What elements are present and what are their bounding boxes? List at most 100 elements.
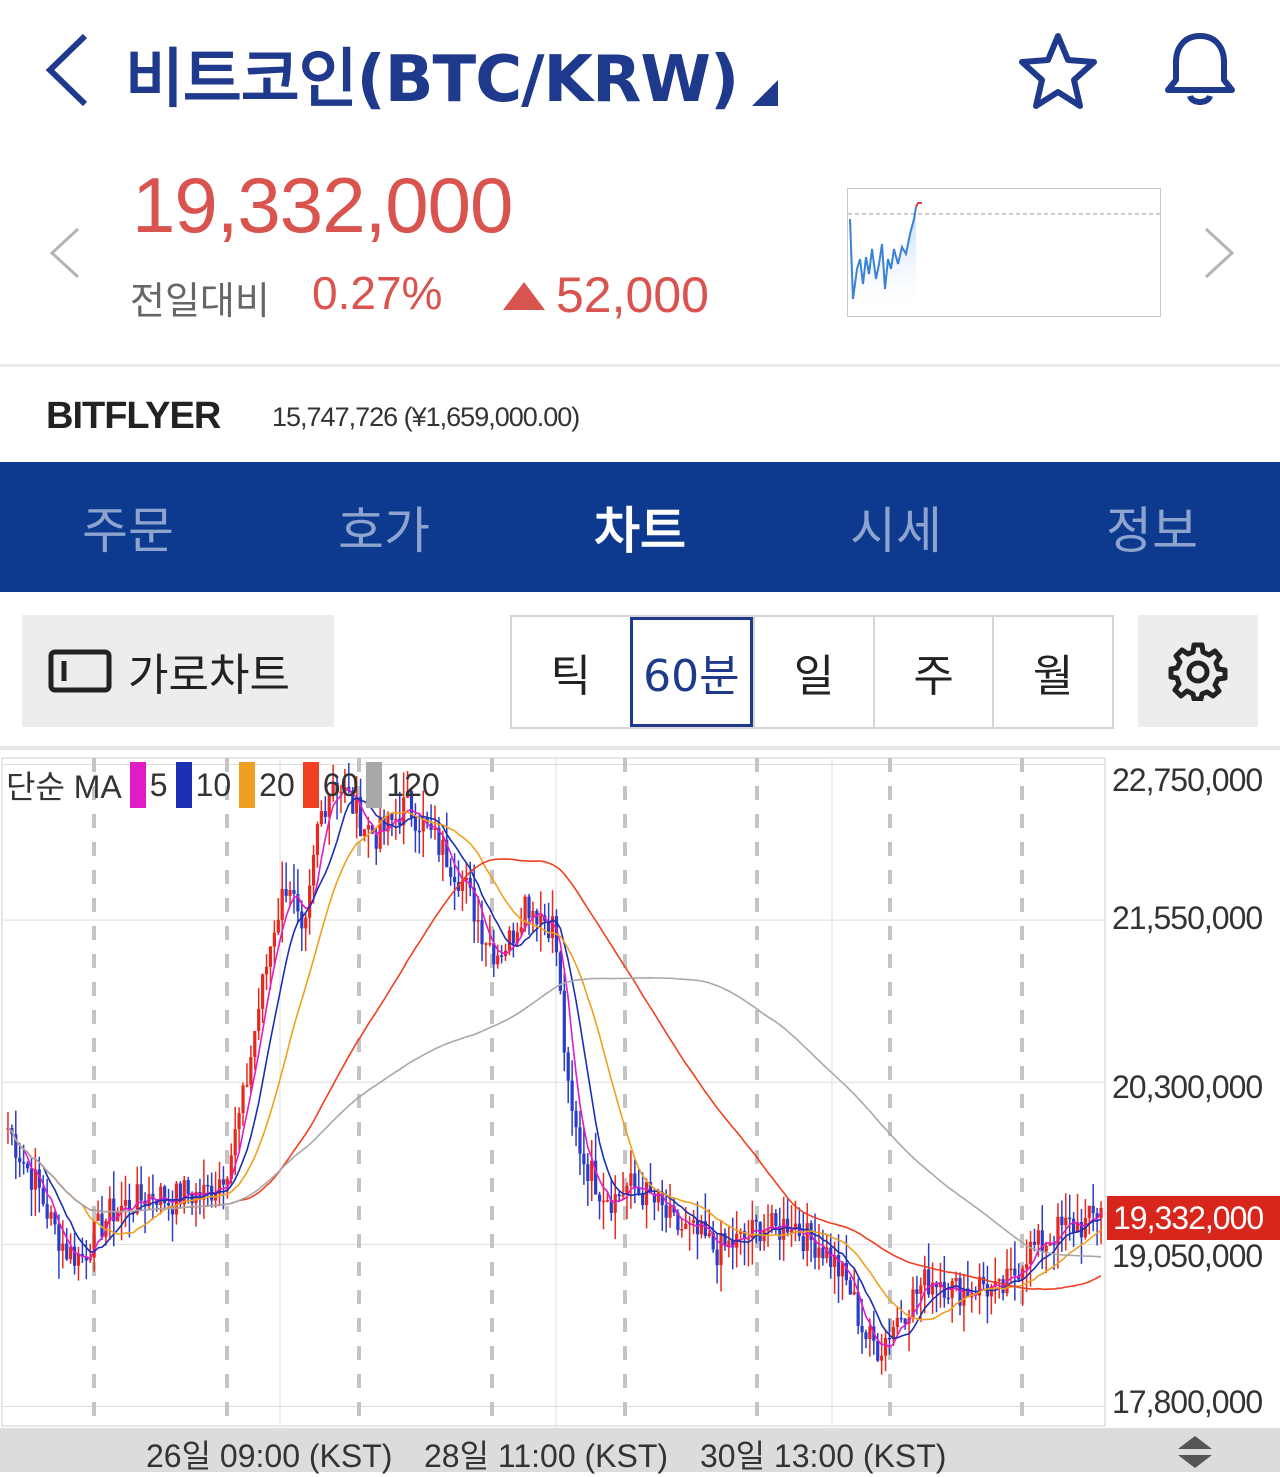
candle-body [637, 1187, 641, 1194]
candle-body [417, 830, 421, 833]
candle-body [876, 1340, 880, 1361]
candle-body [539, 915, 543, 925]
candle-body [488, 943, 492, 945]
candle-body [61, 1243, 65, 1251]
candle-body [684, 1223, 688, 1230]
candle-body [727, 1240, 731, 1246]
candle-body [261, 974, 265, 1009]
ma60-label: 60 [322, 766, 359, 803]
candle-body [500, 955, 504, 957]
candle-body [586, 1164, 590, 1181]
period-selector: 틱 60분 일 주 월 [510, 615, 1114, 729]
candle-body [292, 890, 296, 894]
candle-body [774, 1213, 778, 1226]
tab-order[interactable]: 주문 [0, 462, 256, 592]
candle-body [280, 889, 284, 920]
candle-body [707, 1232, 711, 1237]
candle-body [782, 1218, 786, 1240]
ma-legend-title: 단순 MA [6, 769, 122, 805]
candle-body [206, 1184, 210, 1187]
ma10-swatch [175, 762, 192, 808]
candle-body [1060, 1216, 1064, 1226]
landscape-chart-button[interactable]: 가로차트 [22, 615, 334, 727]
candle-body [366, 825, 371, 830]
candle-body [123, 1199, 128, 1206]
prev-arrow-icon[interactable] [46, 225, 86, 281]
y-tick-label: 17,800,000 [1112, 1384, 1263, 1420]
ma10-label: 10 [195, 766, 232, 803]
candle-body [754, 1219, 758, 1222]
candle-body [319, 811, 323, 825]
candle-body [821, 1247, 825, 1259]
candle-body [981, 1276, 986, 1285]
current-price: 19,332,000 [132, 161, 513, 249]
candle-body [1087, 1205, 1091, 1218]
candle-body [308, 885, 312, 918]
candle-body [601, 1200, 606, 1203]
candle-body [633, 1173, 637, 1188]
back-icon[interactable] [40, 30, 100, 110]
candle-body [22, 1162, 26, 1164]
candle-body [617, 1194, 621, 1197]
x-tick-label: 28일 11:00 (KST) [424, 1438, 669, 1474]
period-tick[interactable]: 틱 [512, 617, 630, 727]
candle-body [249, 1056, 253, 1085]
ma120-label: 120 [386, 766, 440, 803]
candle-body [880, 1355, 884, 1361]
candle-body [817, 1247, 821, 1258]
y-tick-label: 22,750,000 [1112, 762, 1263, 798]
candle-body [868, 1326, 872, 1340]
ma-legend: 단순 MA 5 10 20 60 120 [6, 762, 440, 808]
tab-info[interactable]: 정보 [1024, 462, 1280, 592]
period-day[interactable]: 일 [753, 617, 873, 727]
candle-body [1032, 1241, 1037, 1245]
candle-body [288, 890, 292, 896]
change-percent: 0.27% [312, 267, 443, 319]
chart-settings-button[interactable] [1138, 615, 1258, 727]
landscape-chart-label: 가로차트 [128, 650, 290, 701]
period-week[interactable]: 주 [872, 617, 993, 727]
candle-body [613, 1194, 617, 1213]
tab-quotes[interactable]: 시세 [768, 462, 1024, 592]
chart-resize-handle-icon[interactable] [1172, 1434, 1218, 1470]
candle-body [449, 867, 453, 877]
period-60min[interactable]: 60분 [629, 617, 754, 727]
tab-chart[interactable]: 차트 [512, 462, 768, 592]
candle-body [1013, 1268, 1017, 1276]
candle-body [507, 930, 512, 951]
candle-body [57, 1224, 61, 1251]
caret-down-icon[interactable] [752, 80, 778, 106]
next-arrow-icon[interactable] [1198, 225, 1238, 281]
candle-body [1064, 1217, 1068, 1226]
candle-body [899, 1317, 903, 1320]
ma60-swatch [302, 762, 319, 808]
x-tick-label: 30일 13:00 (KST) [700, 1438, 947, 1474]
candle-body [1028, 1241, 1033, 1265]
candle-body [566, 1052, 570, 1081]
candle-body [511, 930, 515, 944]
candle-body [441, 839, 445, 855]
plot-area [1, 757, 1106, 1427]
current-price-tag: 19,332,000 [1107, 1196, 1280, 1240]
candle-body [484, 943, 488, 945]
candle-body [715, 1249, 719, 1266]
candle-body [284, 889, 288, 896]
page-title[interactable]: 비트코인(BTC/KRW) [125, 28, 739, 120]
candle-body [45, 1204, 49, 1219]
price-chart[interactable] [0, 756, 1280, 1472]
mini-chart[interactable] [847, 188, 1161, 317]
candle-body [315, 824, 320, 855]
candle-body [41, 1187, 45, 1205]
bell-icon[interactable] [1160, 28, 1240, 108]
tab-orderbook[interactable]: 호가 [256, 462, 512, 592]
candle-body [29, 1168, 34, 1190]
candle-body [562, 990, 566, 1053]
period-month[interactable]: 월 [992, 617, 1112, 727]
candle-body [452, 876, 457, 883]
candle-body [1036, 1230, 1040, 1245]
change-label: 전일대비 [130, 279, 270, 323]
candle-body [719, 1233, 723, 1266]
candle-body [801, 1235, 805, 1251]
star-icon[interactable] [1018, 30, 1098, 110]
landscape-icon [48, 649, 112, 693]
